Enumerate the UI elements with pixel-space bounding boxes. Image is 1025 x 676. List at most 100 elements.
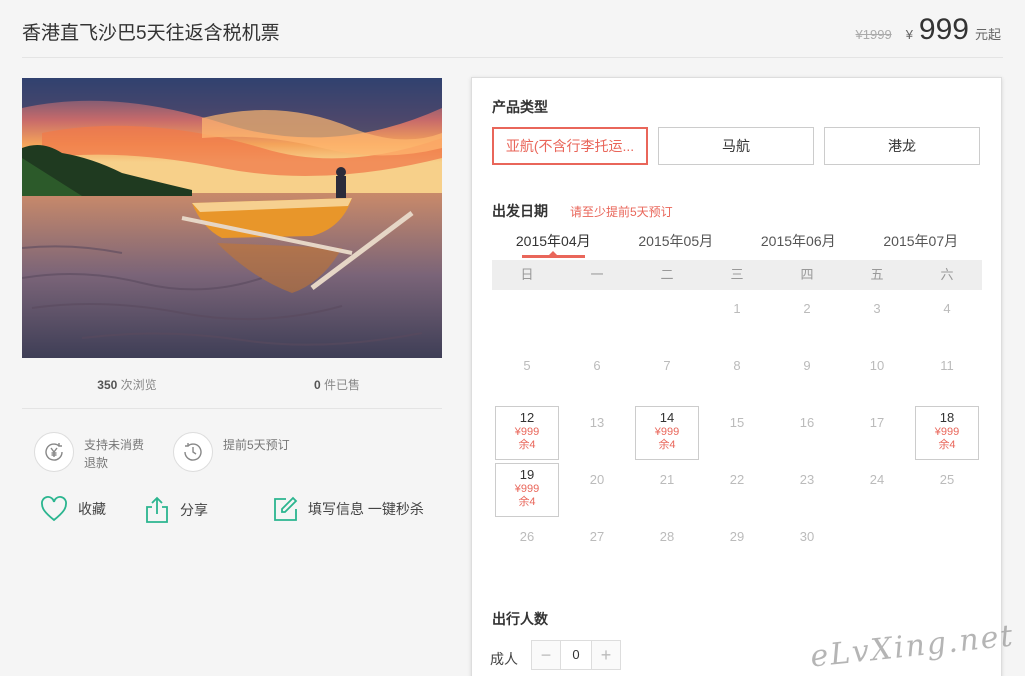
adult-label: 成人 <box>490 651 518 667</box>
calendar: 日一二三四五六 1 2 3 4 5 6 7 8 9 10 11 12 ¥999 余4 13 14 ¥999 余4 1… <box>492 260 982 575</box>
tab-month[interactable]: 2015年04月 <box>492 226 615 260</box>
calendar-day: 26 <box>492 518 562 575</box>
calendar-day: 2 <box>772 290 842 347</box>
calendar-day-number: 25 <box>915 463 979 517</box>
calendar-day: 25 <box>912 461 982 518</box>
booking-panel: 产品类型 亚航(不含行李托运... 马航 港龙 出发日期 请至少提前5天预订 201… <box>471 77 1002 676</box>
day-number: 29 <box>729 529 745 544</box>
calendar-grid: 1 2 3 4 5 6 7 8 9 10 11 12 ¥999 余4 13 14 ¥999 余4 15 16 17 18 ¥… <box>492 290 982 575</box>
product-type-option[interactable]: 亚航(不含行李托运... <box>492 127 648 165</box>
day-number: 3 <box>873 301 881 316</box>
product-photo <box>22 78 442 358</box>
calendar-day-number: 11 <box>915 349 979 403</box>
decrement-button[interactable]: − <box>532 641 560 669</box>
calendar-day-number: 16 <box>775 406 839 460</box>
day-remaining: 余4 <box>518 496 536 508</box>
calendar-day: 28 <box>632 518 702 575</box>
day-remaining: 余4 <box>938 439 956 451</box>
calendar-empty-cell <box>562 290 632 347</box>
calendar-day: 17 <box>842 404 912 461</box>
day-number: 1 <box>733 301 741 316</box>
sold-label: 件已售 <box>324 378 361 392</box>
calendar-empty-cell <box>492 290 562 347</box>
weekday-label: 三 <box>730 267 744 282</box>
weekday-label: 五 <box>870 267 884 282</box>
calendar-day-number: 24 <box>845 463 909 517</box>
calendar-day[interactable]: 12 ¥999 余4 <box>492 404 562 461</box>
day-number: 18 <box>939 410 955 425</box>
tab-month[interactable]: 2015年05月 <box>615 226 738 260</box>
travelers-label: 出行人数 <box>492 611 548 627</box>
calendar-day: 21 <box>632 461 702 518</box>
calendar-day: 8 <box>702 347 772 404</box>
share-button[interactable]: 分享 <box>144 496 208 524</box>
calendar-day[interactable]: 19 ¥999 余4 <box>492 461 562 518</box>
original-price: ¥1999 <box>855 27 892 42</box>
day-number: 25 <box>939 472 955 487</box>
price-block: ¥1999 ¥ 999 元起 <box>856 14 1001 46</box>
calendar-day: 6 <box>562 347 632 404</box>
day-number: 4 <box>943 301 951 316</box>
calendar-day-number: 13 <box>565 406 629 460</box>
divider <box>22 57 1003 58</box>
day-number: 12 <box>519 410 535 425</box>
feature-advance-booking: 提前5天预订 <box>173 432 293 472</box>
calendar-day: 20 <box>562 461 632 518</box>
favorite-button[interactable]: 收藏 <box>40 496 106 522</box>
day-price: ¥999 <box>514 483 540 495</box>
weekday-label: 四 <box>800 267 814 282</box>
product-type-option[interactable]: 马航 <box>658 127 814 165</box>
calendar-day-number: 10 <box>845 349 909 403</box>
calendar-day[interactable]: 18 ¥999 余4 <box>912 404 982 461</box>
weekday-label: 日 <box>520 267 534 282</box>
adult-count[interactable]: 0 <box>560 641 592 669</box>
feature-refund: 支持未消费退款 <box>34 432 154 472</box>
day-number: 9 <box>803 358 811 373</box>
calendar-day-number: 20 <box>565 463 629 517</box>
product-type-label: 产品类型 <box>492 99 548 115</box>
favorite-label: 收藏 <box>78 501 106 517</box>
calendar-day: 23 <box>772 461 842 518</box>
increment-button[interactable]: + <box>592 641 620 669</box>
quick-fill-button[interactable]: 填写信息 一键秒杀 <box>272 496 424 522</box>
calendar-day[interactable]: 14 ¥999 余4 <box>632 404 702 461</box>
calendar-day: 27 <box>562 518 632 575</box>
feature-refund-text: 支持未消费退款 <box>84 438 145 470</box>
calendar-empty-cell <box>632 290 702 347</box>
calendar-day-number: 28 <box>635 520 699 574</box>
weekday-label: 一 <box>590 267 604 282</box>
calendar-day-available[interactable]: 12 ¥999 余4 <box>495 406 559 460</box>
share-label: 分享 <box>180 502 208 518</box>
calendar-day: 22 <box>702 461 772 518</box>
departure-date-label: 出发日期 <box>492 203 548 219</box>
tab-month[interactable]: 2015年06月 <box>737 226 860 260</box>
day-number: 16 <box>799 415 815 430</box>
day-number: 11 <box>940 358 954 373</box>
product-type-option[interactable]: 港龙 <box>824 127 980 165</box>
tab-month[interactable]: 2015年07月 <box>860 226 983 260</box>
day-price: ¥999 <box>934 426 960 438</box>
calendar-day-number: 6 <box>565 349 629 403</box>
calendar-day-number: 5 <box>495 349 559 403</box>
views-count: 350 <box>97 378 118 392</box>
day-number: 30 <box>799 529 815 544</box>
calendar-day-number: 7 <box>635 349 699 403</box>
calendar-day: 1 <box>702 290 772 347</box>
calendar-day-available[interactable]: 19 ¥999 余4 <box>495 463 559 517</box>
day-number: 14 <box>659 410 675 425</box>
calendar-day-number: 4 <box>915 292 979 346</box>
calendar-day-available[interactable]: 14 ¥999 余4 <box>635 406 699 460</box>
page-title: 香港直飞沙巴5天往返含税机票 <box>22 23 280 44</box>
calendar-day: 29 <box>702 518 772 575</box>
views-label: 次浏览 <box>120 378 157 392</box>
calendar-day: 5 <box>492 347 562 404</box>
day-number: 2 <box>803 301 811 316</box>
day-number: 20 <box>589 472 605 487</box>
calendar-day-available[interactable]: 18 ¥999 余4 <box>915 406 979 460</box>
share-icon <box>146 496 168 523</box>
calendar-day-number: 3 <box>845 292 909 346</box>
sold-count: 0 <box>313 378 321 392</box>
calendar-day: 4 <box>912 290 982 347</box>
day-number: 23 <box>799 472 815 487</box>
quick-fill-label: 填写信息 一键秒杀 <box>308 501 424 517</box>
